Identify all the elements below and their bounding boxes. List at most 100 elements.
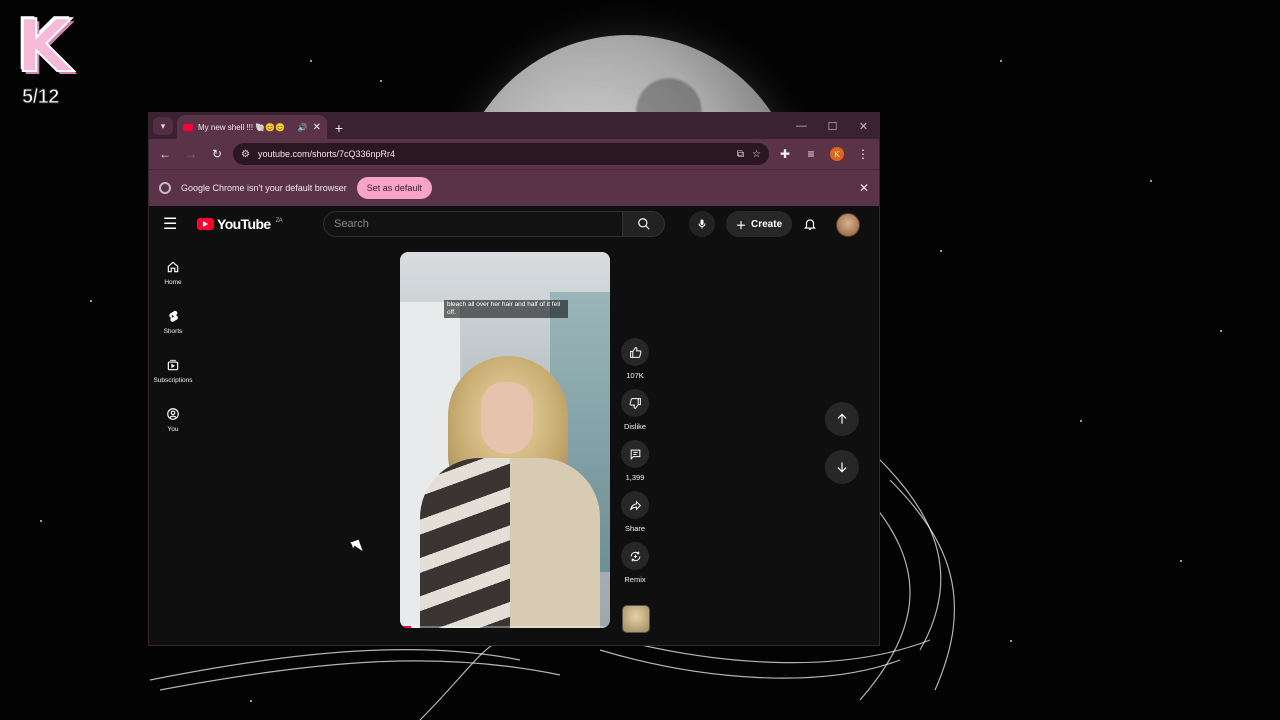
sound-thumbnail[interactable] [622, 605, 650, 633]
remix-icon [630, 551, 640, 561]
minimize-icon[interactable]: — [786, 113, 817, 139]
speaker-icon[interactable]: 🔊 [298, 123, 308, 132]
close-window-icon[interactable]: ✕ [848, 113, 879, 139]
video-progress-fill [400, 626, 411, 628]
like-button[interactable] [621, 338, 649, 366]
like-count: 107K [626, 371, 644, 380]
subscriptions-icon [167, 359, 179, 370]
chevron-down-icon: ▾ [160, 120, 166, 131]
region-code: ZA [275, 218, 283, 224]
tab-search-button[interactable]: ▾ [153, 117, 173, 135]
chrome-menu-icon[interactable]: ⋮ [853, 144, 873, 164]
maximize-icon[interactable]: ☐ [817, 113, 848, 139]
hamburger-menu-icon[interactable]: ☰ [163, 214, 187, 234]
new-tab-button[interactable]: + [327, 117, 351, 139]
star [940, 250, 942, 252]
browser-window: ▾ My new shell !!! 🐚😊😊 🔊 ✕ + — ☐ ✕ ← → ↻… [148, 112, 880, 646]
dislike-action: Dislike [620, 389, 650, 431]
thumbs-down-icon [629, 397, 641, 409]
dislike-button[interactable] [621, 389, 649, 417]
short-actions: 107K Dislike 1,399 Share Remix [620, 338, 650, 593]
episode-counter: 5/12 [22, 86, 60, 109]
video-frame-face [481, 382, 533, 454]
tab-close-icon[interactable]: ✕ [313, 122, 321, 133]
extensions-icon[interactable]: ✚ [775, 144, 795, 164]
sidebar-item-you[interactable]: You [149, 395, 197, 444]
comments-action: 1,399 [620, 440, 650, 482]
youtube-masthead: ☰ YouTube ZA ＋ Create [149, 206, 879, 242]
plus-icon: ＋ [736, 220, 746, 232]
sidebar-item-shorts[interactable]: Shorts [149, 297, 197, 346]
search-icon [637, 218, 650, 230]
create-button[interactable]: ＋ Create [726, 211, 793, 237]
short-video-player[interactable]: bleach all over her hair and half of it … [400, 252, 610, 628]
tab-youtube-short[interactable]: My new shell !!! 🐚😊😊 🔊 ✕ [177, 115, 327, 139]
set-as-default-button[interactable]: Set as default [356, 177, 432, 199]
infobar-message: Google Chrome isn't your default browser [181, 183, 347, 193]
infobar-close-icon[interactable]: ✕ [859, 181, 869, 195]
share-label: Share [624, 524, 645, 533]
media-controls-icon[interactable]: ≡ [801, 144, 821, 164]
home-icon [167, 261, 179, 272]
mouse-cursor-icon [351, 540, 360, 549]
back-icon[interactable]: ← [155, 144, 175, 164]
star [1080, 420, 1082, 422]
reload-icon[interactable]: ↻ [207, 144, 227, 164]
address-bar[interactable]: ⚙ youtube.com/shorts/7cQ336npRr4 ⧉ ☆ [233, 143, 769, 165]
k-logo: K [15, 3, 73, 89]
sidebar-item-label: Subscriptions [153, 376, 193, 384]
create-label: Create [751, 218, 783, 230]
window-controls: — ☐ ✕ [786, 113, 879, 139]
remix-button[interactable] [621, 542, 649, 570]
video-frame-sweater [420, 458, 600, 628]
star [250, 700, 252, 702]
dislike-label: Dislike [623, 422, 647, 431]
bell-icon [803, 219, 817, 230]
site-info-icon[interactable]: ⚙ [241, 149, 250, 160]
star [1220, 330, 1222, 332]
install-app-icon[interactable]: ⧉ [737, 149, 744, 160]
notifications-button[interactable] [799, 213, 821, 235]
youtube-play-icon [197, 218, 214, 230]
remix-action: Remix [620, 542, 650, 584]
sidebar-item-subscriptions[interactable]: Subscriptions [149, 346, 197, 395]
share-arrow-icon [629, 500, 641, 510]
tab-strip: ▾ My new shell !!! 🐚😊😊 🔊 ✕ + — ☐ ✕ [149, 113, 879, 139]
share-button[interactable] [621, 491, 649, 519]
comment-count: 1,399 [625, 473, 645, 482]
share-action: Share [620, 491, 650, 533]
like-action: 107K [620, 338, 650, 380]
star [1010, 640, 1012, 642]
youtube-page: ☰ YouTube ZA ＋ Create [149, 206, 879, 645]
search-input[interactable] [323, 211, 623, 237]
comments-button[interactable] [621, 440, 649, 468]
sidebar-item-home[interactable]: Home [149, 248, 197, 297]
forward-icon[interactable]: → [181, 144, 201, 164]
tab-title: My new shell !!! 🐚😊😊 [198, 122, 286, 132]
next-short-button[interactable] [825, 450, 859, 484]
star [90, 300, 92, 302]
star [310, 60, 312, 62]
youtube-logo-text: YouTube [217, 216, 271, 232]
arrow-up-icon [837, 413, 847, 424]
bookmark-star-icon[interactable]: ☆ [752, 149, 761, 160]
you-icon [167, 407, 179, 420]
search-button[interactable] [623, 211, 665, 237]
video-progress-bar[interactable] [400, 626, 610, 628]
url-text[interactable]: youtube.com/shorts/7cQ336npRr4 [258, 149, 729, 159]
mini-guide: Home Shorts Subscriptions You [149, 248, 197, 444]
previous-short-button[interactable] [825, 402, 859, 436]
youtube-favicon-icon [183, 123, 193, 131]
star [1000, 60, 1002, 62]
account-avatar[interactable] [836, 213, 860, 237]
profile-avatar-icon: K [830, 147, 844, 161]
youtube-logo[interactable]: YouTube ZA [197, 216, 283, 232]
shorts-icon [169, 310, 178, 322]
voice-search-button[interactable] [689, 211, 715, 237]
search-box [323, 211, 665, 237]
sidebar-item-label: Home [164, 278, 182, 286]
star [380, 80, 382, 82]
sidebar-item-label: Shorts [163, 327, 183, 335]
browser-toolbar: ← → ↻ ⚙ youtube.com/shorts/7cQ336npRr4 ⧉… [149, 139, 879, 169]
profile-button[interactable]: K [827, 144, 847, 164]
